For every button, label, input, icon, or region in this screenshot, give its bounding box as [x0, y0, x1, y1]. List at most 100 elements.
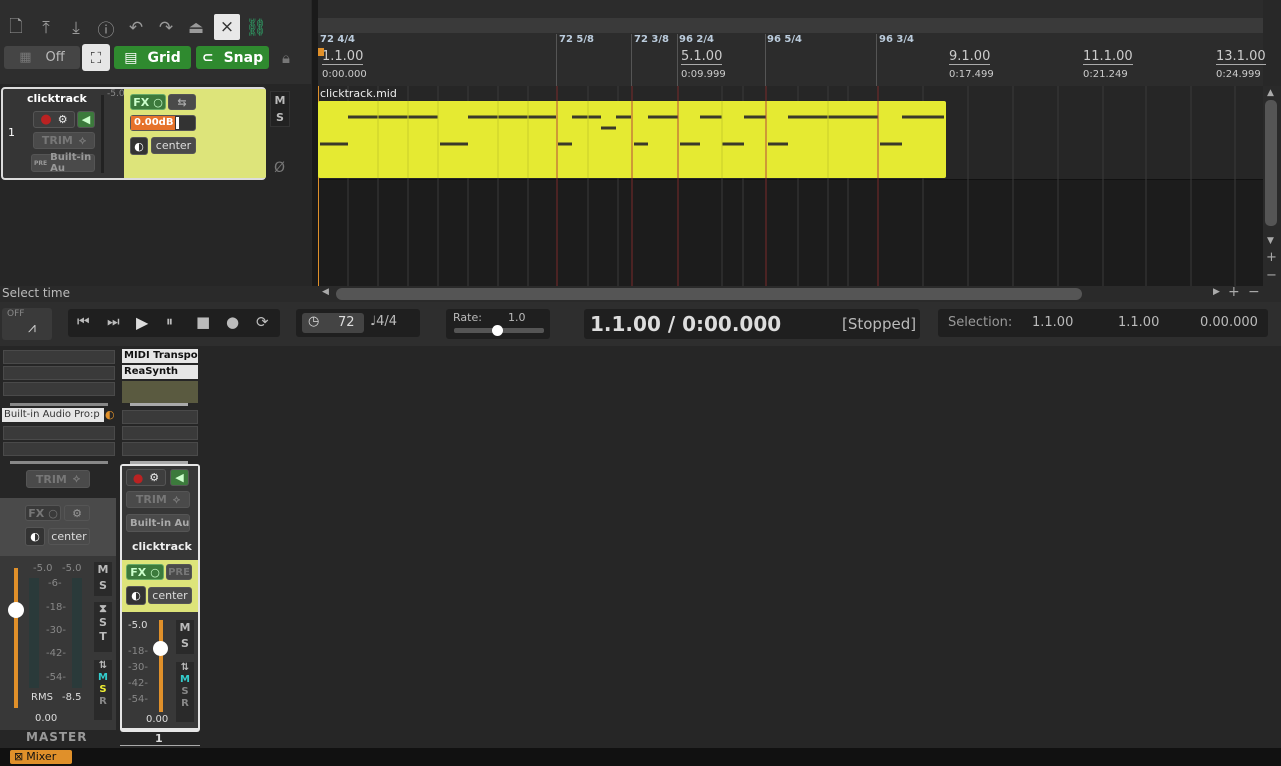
mixer-pre-label[interactable]: PRE — [166, 564, 192, 580]
master-fx-slot[interactable] — [3, 350, 115, 364]
tempo-marker[interactable]: 72 3/8 — [634, 34, 669, 45]
volume-handle[interactable] — [176, 117, 179, 129]
fx-label[interactable]: FX — [133, 96, 149, 109]
metronome-icon[interactable]: ⏏ — [184, 16, 208, 40]
mixer-record-arm-icon[interactable]: ● — [133, 471, 143, 485]
playhead-marker[interactable] — [318, 48, 324, 56]
download-icon[interactable]: ⤓ — [64, 16, 88, 40]
zoom-in-icon[interactable]: + — [1266, 250, 1277, 265]
zoom-out-horizontal-icon[interactable]: − — [1248, 284, 1260, 300]
master-mute-solo[interactable]: MS — [94, 562, 112, 596]
horizontal-scroll-thumb[interactable] — [336, 288, 1082, 300]
mixer-env-buttons[interactable]: ⇅ M S R — [176, 662, 194, 722]
selection-length[interactable]: 0.00.000 — [1200, 315, 1258, 330]
master-mono-stereo[interactable]: ⧗ S T — [94, 602, 112, 652]
upload-icon[interactable]: ⤒ — [34, 16, 58, 40]
scroll-left-icon[interactable]: ◀ — [322, 287, 329, 297]
fx-scroll[interactable] — [130, 403, 188, 406]
mixer-mute-solo[interactable]: MS — [176, 620, 194, 654]
mixer-pan-knob-icon[interactable]: ◐ — [126, 586, 146, 605]
close-icon[interactable]: ⊠ — [14, 750, 23, 763]
info-icon[interactable]: ⓘ — [94, 16, 118, 41]
transport-mode[interactable]: OFF ⩘ — [2, 308, 52, 340]
send-slot[interactable] — [122, 426, 198, 440]
track-panel[interactable]: clicktrack 1 -5.0 ● ⚙ ◀ TRIM ⟡ PRE Built… — [1, 87, 266, 180]
time-display[interactable]: 1.1.00 / 0:00.000 [Stopped] — [584, 309, 920, 339]
vertical-scrollbar[interactable]: ▲ ▼ + − — [1263, 86, 1281, 288]
mixer-pan-value[interactable]: center — [148, 587, 192, 604]
trim-label[interactable]: TRIM — [42, 134, 73, 147]
record-arm-icon[interactable]: ● — [40, 112, 51, 127]
new-file-icon[interactable]: 🗋 — [4, 16, 28, 40]
tempo-marker[interactable]: 72 4/4 — [320, 34, 355, 45]
undo-icon[interactable]: ↶ — [124, 16, 148, 40]
grid-button[interactable]: ▤ Grid — [114, 46, 191, 69]
master-io-label[interactable]: Built-in Audio Pro:p — [2, 408, 104, 422]
zoom-in-horizontal-icon[interactable]: + — [1228, 284, 1240, 300]
gear-icon[interactable]: ⚙ — [58, 113, 68, 126]
master-fx-scroll[interactable] — [10, 403, 108, 406]
solo-button[interactable]: S — [271, 109, 289, 126]
swap-icon[interactable]: ⇆ — [168, 94, 196, 110]
phase-icon[interactable]: Ø — [274, 160, 285, 176]
pause-icon[interactable]: ⏸ — [166, 314, 173, 330]
master-fx-slot[interactable] — [3, 382, 115, 396]
mixer-trim-label[interactable]: TRIM — [136, 493, 167, 506]
go-end-icon[interactable]: ⏭ — [107, 314, 120, 330]
redo-icon[interactable]: ↷ — [154, 16, 178, 40]
tempo-marker[interactable]: 96 3/4 — [879, 34, 914, 45]
play-icon[interactable]: ▶ — [136, 313, 148, 332]
track-input-label[interactable]: Built-in Au — [50, 152, 94, 174]
pan-value[interactable]: center — [151, 137, 196, 154]
fx-chain-item[interactable]: ReaSynth — [122, 365, 198, 379]
track-lanes[interactable]: clicktrack.mid — [318, 86, 1263, 286]
master-fx-label[interactable]: FX — [28, 507, 44, 520]
pan-knob-icon[interactable]: ◐ — [130, 137, 148, 155]
auto-crossfade-toggle[interactable]: ▦ Off — [4, 46, 80, 69]
mixer-fader-track[interactable] — [159, 620, 163, 712]
tempo-marker[interactable]: 72 5/8 — [559, 34, 594, 45]
go-start-icon[interactable]: ⏮ — [77, 314, 90, 330]
master-fader-track[interactable] — [14, 568, 18, 708]
scroll-down-icon[interactable]: ▼ — [1267, 236, 1274, 246]
lock-icon[interactable]: 🔒︎ — [274, 46, 298, 70]
volume-fader[interactable]: 0.00dB — [130, 115, 196, 131]
master-fx-slot[interactable] — [3, 366, 115, 380]
mixer-fx-label[interactable]: FX — [130, 566, 146, 579]
envelope-icon[interactable]: ⟡ — [79, 134, 86, 148]
mixer-monitor-icon[interactable]: ◀ — [170, 469, 189, 486]
record-icon[interactable]: ● — [226, 313, 239, 331]
selection-end[interactable]: 1.1.00 — [1118, 315, 1159, 330]
vertical-scroll-thumb[interactable] — [1265, 100, 1277, 226]
mixer-track-name[interactable]: clicktrack — [132, 540, 192, 553]
link-icon[interactable]: ⛓ — [244, 16, 268, 40]
fx-chain-item[interactable]: MIDI Transpo — [122, 349, 198, 363]
master-trim-label[interactable]: TRIM — [36, 473, 67, 486]
mixer-track-panel[interactable]: ● ⚙ ◀ TRIM ⟡ Built-in Auc clicktrack FX ○… — [120, 464, 200, 732]
master-io-knob-icon[interactable]: ◐ — [105, 408, 115, 421]
stop-icon[interactable]: ■ — [196, 313, 210, 331]
midi-item[interactable]: clicktrack.mid — [318, 86, 946, 178]
tempo-display[interactable]: ◷ 72 — [302, 313, 364, 333]
tempo-marker[interactable]: 96 5/4 — [767, 34, 802, 45]
snap-button[interactable]: ⊂ Snap — [196, 46, 269, 69]
mixer-gear-icon[interactable]: ⚙ — [149, 471, 159, 484]
repeat-icon[interactable]: ⟳ — [256, 313, 269, 331]
master-env-buttons[interactable]: ⇅ M S R — [94, 660, 112, 720]
fx-chain-empty[interactable] — [122, 381, 198, 403]
master-send-slot[interactable] — [3, 442, 115, 456]
rate-slider-handle[interactable] — [492, 325, 503, 336]
marker-lane[interactable] — [318, 18, 1263, 33]
scroll-right-icon[interactable]: ▶ — [1213, 287, 1220, 297]
timesig-display[interactable]: ♩4/4 — [370, 314, 397, 329]
master-pan-knob-icon[interactable]: ◐ — [25, 527, 45, 546]
scroll-up-icon[interactable]: ▲ — [1267, 88, 1274, 98]
zoom-out-icon[interactable]: − — [1266, 268, 1277, 283]
track-name[interactable]: clicktrack — [27, 92, 87, 105]
ripple-edit-icon[interactable]: ⛶ — [82, 44, 110, 71]
master-send-scroll[interactable] — [10, 461, 108, 464]
selection-start[interactable]: 1.1.00 — [1032, 315, 1073, 330]
mixer-input-label[interactable]: Built-in Auc — [126, 514, 190, 532]
io-slot[interactable] — [122, 410, 198, 424]
timeline-ruler[interactable]: 72 4/4 72 5/8 72 3/8 96 2/4 96 5/4 96 3/… — [318, 34, 1266, 86]
